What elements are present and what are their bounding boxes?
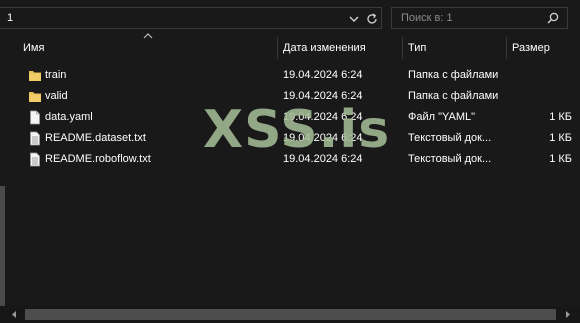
folder-icon <box>29 71 41 81</box>
file-type: Текстовый док... <box>408 132 492 144</box>
scrollbar-thumb[interactable] <box>25 309 556 320</box>
column-header-date[interactable]: Дата изменения <box>278 37 402 59</box>
navigation-pane-scrollbar[interactable] <box>0 36 7 306</box>
search-input[interactable]: Поиск в: 1 <box>391 7 568 29</box>
file-type: Папка с файлами <box>408 90 499 102</box>
file-size: 1 КБ <box>549 111 572 123</box>
column-header-size[interactable]: Размер <box>507 37 580 59</box>
column-header-name[interactable]: Имя <box>18 37 276 59</box>
column-header-row: Имя Дата изменения Тип Размер <box>0 37 580 59</box>
file-type: Файл "YAML" <box>408 111 476 123</box>
file-size <box>513 65 572 86</box>
horizontal-scrollbar[interactable] <box>0 306 580 323</box>
text-file-icon <box>30 152 40 167</box>
text-file-icon <box>30 131 40 146</box>
refresh-icon[interactable] <box>365 12 379 26</box>
scroll-left-icon[interactable] <box>10 310 18 319</box>
file-type: Папка с файлами <box>408 69 499 81</box>
search-placeholder: Поиск в: 1 <box>401 12 453 24</box>
file-row-train[interactable]: train 19.04.2024 6:24 Папка с файлами <box>23 65 580 86</box>
yaml-file-icon <box>30 110 40 125</box>
address-bar[interactable]: 1 <box>0 7 382 29</box>
folder-icon <box>29 92 41 102</box>
file-size: 1 КБ <box>549 153 572 165</box>
file-name: train <box>45 69 67 81</box>
search-icon[interactable] <box>546 11 560 25</box>
scroll-right-icon[interactable] <box>564 310 572 319</box>
file-size: 1 КБ <box>549 132 572 144</box>
chevron-down-icon[interactable] <box>347 13 361 25</box>
file-type: Текстовый док... <box>408 153 492 165</box>
toolbar: 1 Поиск в: 1 <box>0 0 580 36</box>
scrollbar-thumb[interactable] <box>0 186 5 306</box>
watermark: XSS.is <box>203 100 391 160</box>
file-size <box>513 86 572 107</box>
address-path: 1 <box>7 12 14 24</box>
file-date: 19.04.2024 6:24 <box>283 69 363 81</box>
column-header-type[interactable]: Тип <box>403 37 506 59</box>
